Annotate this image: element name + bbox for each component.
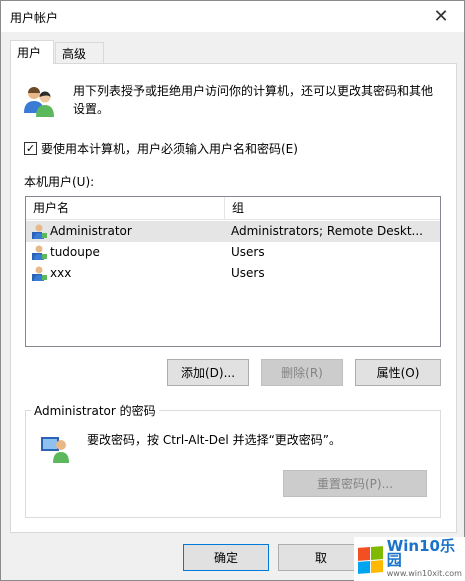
watermark-brand: Win10乐园 xyxy=(386,536,455,569)
require-login-label[interactable]: 要使用本计算机，用户必须输入用户名和密码(E) xyxy=(41,140,298,157)
listview-header: 用户名 组 xyxy=(26,197,440,220)
cancel-button[interactable]: 取 xyxy=(278,544,364,571)
password-instructions: 要改密码，按 Ctrl-Alt-Del 并选择“更改密码”。 xyxy=(87,433,342,447)
table-row[interactable]: tudoupe Users xyxy=(26,242,440,263)
table-row[interactable]: Administrator Administrators; Remote Des… xyxy=(26,221,440,242)
user-icon xyxy=(32,224,47,239)
close-icon[interactable]: ✕ xyxy=(418,1,464,32)
watermark: Win10乐园 www.win10xit.com xyxy=(354,537,465,581)
reset-password-button[interactable]: 重置密码(P)... xyxy=(283,470,427,497)
local-users-label: 本机用户(U): xyxy=(24,175,95,189)
remove-user-button[interactable]: 删除(R) xyxy=(261,359,343,386)
require-login-row[interactable]: ✓ 要使用本计算机，用户必须输入用户名和密码(E) xyxy=(24,140,298,157)
intro-text: 用下列表授予或拒绝用户访问你的计算机，还可以更改其密码和其他设置。 xyxy=(73,84,434,116)
user-icon xyxy=(32,266,47,281)
windows-logo-icon xyxy=(358,545,383,574)
column-group[interactable]: 组 xyxy=(225,197,440,220)
title-bar: 用户帐户 ✕ xyxy=(1,1,464,32)
table-row[interactable]: xxx Users xyxy=(26,263,440,284)
user-key-icon xyxy=(41,437,69,463)
column-username[interactable]: 用户名 xyxy=(26,197,225,220)
user-name: xxx xyxy=(50,266,72,280)
tab-advanced[interactable]: 高级 xyxy=(55,42,104,64)
require-login-checkbox[interactable]: ✓ xyxy=(24,142,37,155)
tab-users[interactable]: 用户 xyxy=(10,40,54,64)
password-group-title: Administrator 的密码 xyxy=(31,402,159,419)
users-listview[interactable]: 用户名 组 Administrator Administrators; Remo… xyxy=(25,196,441,347)
window-title: 用户帐户 xyxy=(10,11,59,25)
user-group: Users xyxy=(231,266,265,280)
ok-button[interactable]: 确定 xyxy=(183,544,269,571)
user-icon xyxy=(32,245,47,260)
add-user-button[interactable]: 添加(D)... xyxy=(167,359,249,386)
user-group: Users xyxy=(231,245,265,259)
password-groupbox xyxy=(25,410,441,518)
properties-button[interactable]: 属性(O) xyxy=(355,359,441,386)
users-icon xyxy=(24,87,54,117)
user-accounts-dialog: 用户帐户 ✕ 高级 用户 用下列表授予或拒绝用户访问你的计算机，还可以更改其密码… xyxy=(0,0,465,581)
watermark-url: www.win10xit.com xyxy=(386,568,462,578)
user-name: tudoupe xyxy=(50,245,100,259)
user-group: Administrators; Remote Deskt... xyxy=(231,224,423,238)
user-name: Administrator xyxy=(50,224,132,238)
